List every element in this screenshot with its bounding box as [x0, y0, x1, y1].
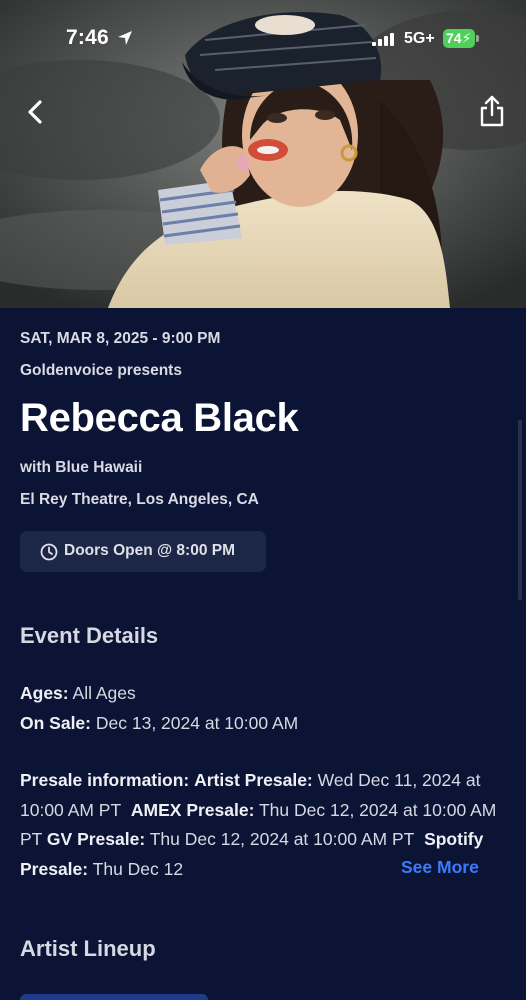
- presale-name: Artist Presale:: [194, 770, 313, 790]
- doors-open-badge: Doors Open @ 8:00 PM: [20, 531, 266, 572]
- clock-icon: [40, 543, 58, 561]
- share-icon[interactable]: [478, 94, 506, 128]
- artist-lineup-heading: Artist Lineup: [20, 936, 156, 961]
- ages-row: Ages: All Ages: [20, 683, 136, 704]
- artist-lineup-card[interactable]: [20, 994, 208, 1000]
- location-arrow-icon: [118, 31, 132, 45]
- battery-indicator: 74⚡: [443, 29, 475, 48]
- on-sale-row: On Sale: Dec 13, 2024 at 10:00 AM: [20, 713, 298, 734]
- hero-photo: 7:46 5G+ 74⚡: [0, 0, 526, 308]
- presale-name: GV Presale:: [46, 829, 146, 849]
- signal-bars-icon: [372, 33, 394, 46]
- presale-name: AMEX Presale:: [130, 799, 255, 820]
- presale-date: Thu Dec 12, 2024 at 10:00 AM PT: [149, 829, 415, 849]
- see-more-link[interactable]: See More: [401, 857, 479, 878]
- network-type: 5G+: [404, 30, 435, 47]
- on-sale-label: On Sale:: [20, 713, 91, 733]
- doors-open-text: Doors Open @ 8:00 PM: [64, 542, 236, 559]
- event-presenter: Goldenvoice presents: [20, 362, 182, 379]
- ages-value: All Ages: [72, 683, 136, 703]
- event-title: Rebecca Black: [20, 396, 299, 440]
- battery-level: 74: [446, 30, 462, 46]
- chevron-left-icon[interactable]: [22, 96, 52, 128]
- presale-date: Thu Dec 12: [92, 858, 184, 879]
- battery-tip: [476, 35, 479, 42]
- event-support-act: with Blue Hawaii: [20, 459, 143, 476]
- on-sale-value: Dec 13, 2024 at 10:00 AM: [95, 713, 299, 733]
- event-details-heading: Event Details: [20, 623, 159, 648]
- presale-label: Presale information:: [20, 770, 190, 790]
- ages-label: Ages:: [20, 683, 69, 703]
- scrollbar[interactable]: [518, 420, 522, 600]
- text-fade: [320, 853, 400, 881]
- event-venue[interactable]: El Rey Theatre, Los Angeles, CA: [20, 491, 259, 509]
- status-time: 7:46: [66, 26, 109, 49]
- status-bar: 7:46 5G+ 74⚡: [0, 0, 526, 80]
- event-date-time: SAT, MAR 8, 2025 - 9:00 PM: [20, 330, 221, 347]
